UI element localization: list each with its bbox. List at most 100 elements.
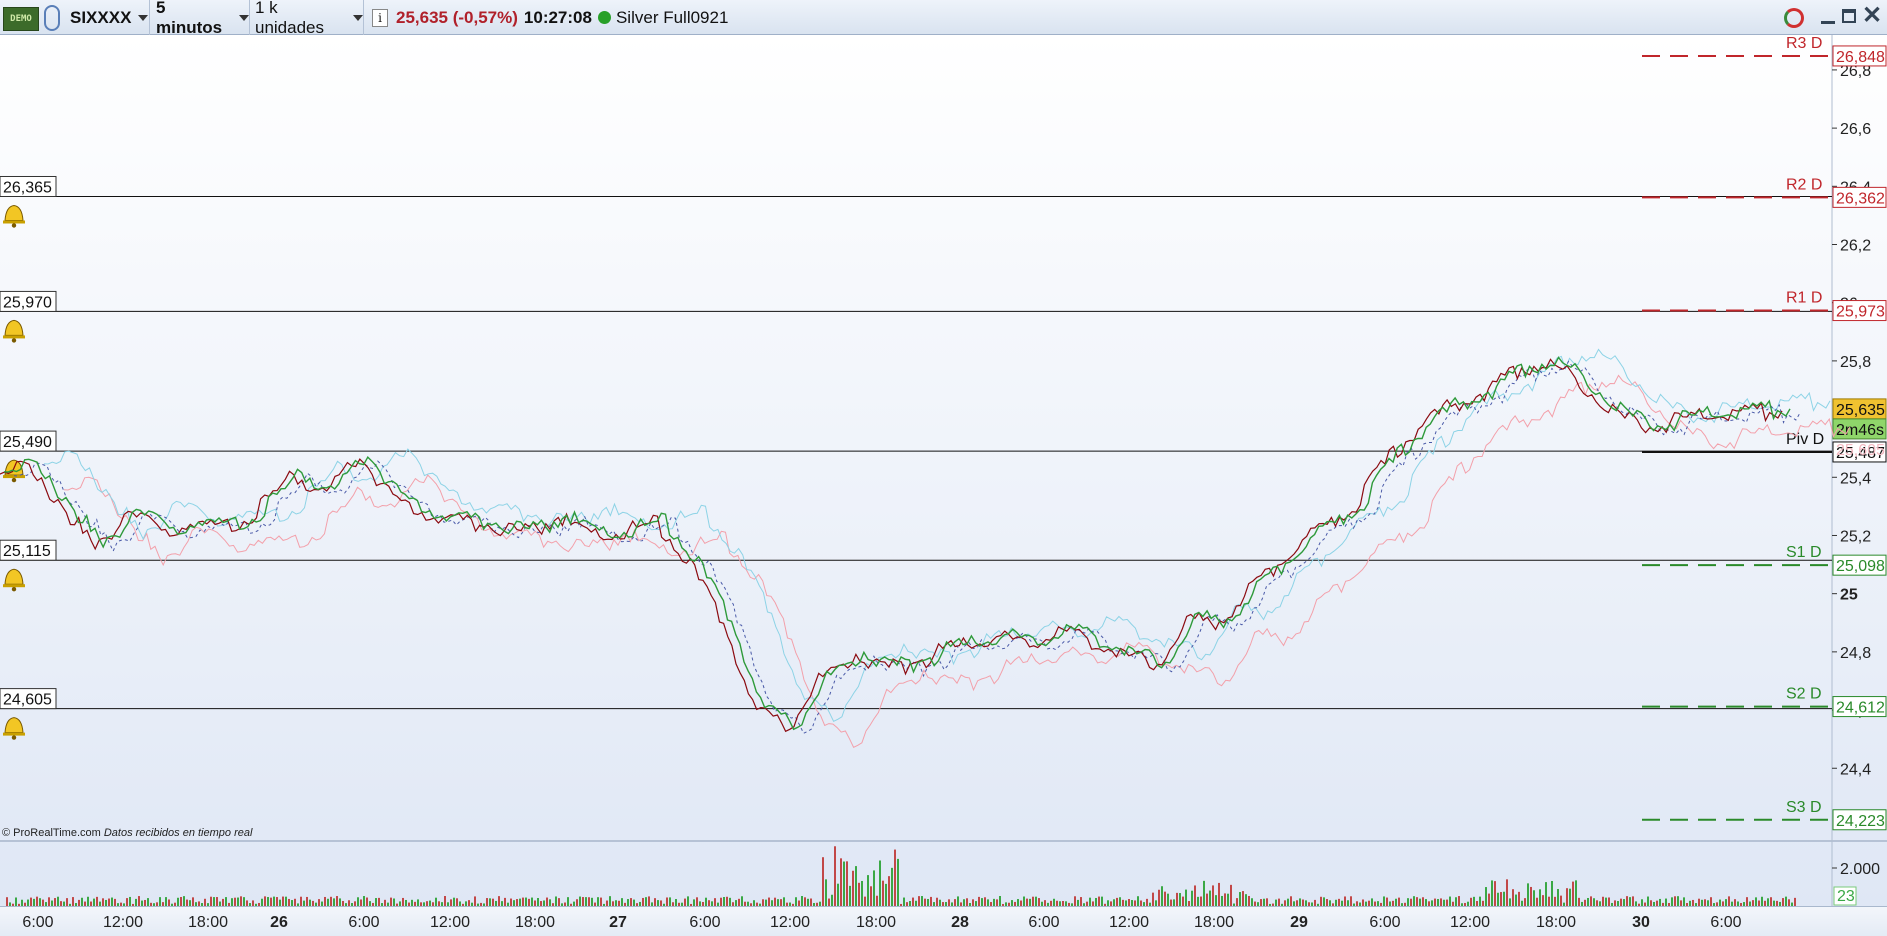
volume-bar <box>867 875 869 906</box>
volume-bar <box>726 896 728 906</box>
volume-bar <box>921 896 923 906</box>
volume-bar <box>1224 893 1226 906</box>
link-icon[interactable] <box>44 5 60 31</box>
volume-bar <box>1137 896 1139 906</box>
volume-bar <box>33 898 35 906</box>
volume-bar <box>1026 898 1028 906</box>
volume-bar <box>780 899 782 906</box>
volume-bar <box>774 897 776 906</box>
volume-bar <box>1194 885 1196 906</box>
volume-bar <box>1491 880 1493 906</box>
volume-bar <box>1119 897 1121 906</box>
volume-bar <box>300 896 302 906</box>
last-price-label: 25,635 <box>1836 402 1885 419</box>
volume-bar <box>1641 899 1643 906</box>
volume-bar <box>81 897 83 906</box>
volume-bar <box>1197 896 1199 906</box>
info-icon[interactable]: i <box>372 8 388 27</box>
volume-bar <box>696 897 698 906</box>
volume-bar <box>1263 898 1265 906</box>
alert-label: 25,115 <box>3 543 51 560</box>
volume-bar <box>474 896 476 906</box>
volume-bar <box>1278 898 1280 906</box>
volume-bar <box>1455 897 1457 906</box>
volume-bar <box>1260 899 1262 906</box>
volume-bar <box>822 857 824 906</box>
volume-bar <box>870 886 872 906</box>
volume-bar <box>1527 883 1529 906</box>
volume-bar <box>801 896 803 906</box>
chart-area[interactable]: 26,826,626,426,22625,825,425,22524,824,6… <box>0 35 1887 906</box>
volume-bar <box>1320 896 1322 906</box>
volume-bar <box>849 885 851 906</box>
volume-bar <box>1248 895 1250 906</box>
volume-bar <box>1566 888 1568 906</box>
volume-bar <box>1515 894 1517 906</box>
instrument-name: Silver Full0921 <box>615 7 729 27</box>
units-selector[interactable]: 1 k unidades <box>250 0 364 37</box>
time-axis-label: 18:00 <box>1193 914 1235 931</box>
timeframe-selector[interactable]: 5 minutos <box>150 0 250 37</box>
volume-bar <box>1629 897 1631 906</box>
volume-bar <box>57 896 59 906</box>
volume-bar <box>165 897 167 906</box>
volume-bar <box>1371 898 1373 906</box>
volume-bar <box>828 898 830 906</box>
volume-bar <box>675 899 677 906</box>
time-axis-day-label: 26 <box>270 914 288 931</box>
chart-background <box>0 35 1887 906</box>
volume-bar <box>1551 880 1553 906</box>
volume-bar <box>804 897 806 906</box>
time-axis-label: 12:00 <box>1449 914 1491 931</box>
ticker-selector[interactable]: SIXXXX <box>64 0 150 35</box>
volume-value-label: 23 <box>1837 888 1855 905</box>
volume-bar <box>1239 892 1241 906</box>
volume-bar <box>357 897 359 906</box>
volume-bar <box>363 896 365 906</box>
volume-bar <box>1410 898 1412 906</box>
volume-bar <box>1089 897 1091 906</box>
volume-bar <box>1473 896 1475 906</box>
volume-bar <box>183 896 185 906</box>
volume-bar <box>918 896 920 906</box>
volume-bar <box>1539 889 1541 906</box>
volume-bar <box>444 896 446 906</box>
volume-bar <box>1509 898 1511 906</box>
price-chart[interactable]: 26,826,626,426,22625,825,425,22524,824,6… <box>0 35 1887 906</box>
time-axis-label: 6:00 <box>689 914 721 931</box>
volume-bar <box>1479 896 1481 906</box>
minimize-icon[interactable] <box>1821 10 1835 26</box>
volume-bar <box>630 898 632 906</box>
volume-bar <box>1575 880 1577 906</box>
volume-bar <box>1116 897 1118 906</box>
volume-bar <box>180 897 182 906</box>
time-axis-label: 6:00 <box>1028 914 1060 931</box>
volume-bar <box>531 897 533 906</box>
time-axis[interactable]: 6:00 12:00 18:00 26 6:00 12:00 18:00 27 6:00 12:0… <box>0 906 1887 936</box>
volume-bar <box>39 898 41 906</box>
volume-bar <box>270 897 272 906</box>
volume-bar <box>1794 897 1796 906</box>
volume-bar <box>912 897 914 906</box>
volume-bar <box>222 898 224 906</box>
volume-bar <box>1548 896 1550 906</box>
data-credit: © ProRealTime.com Datos recibidos en tie… <box>2 827 253 839</box>
refresh-icon[interactable] <box>1784 8 1804 28</box>
time-axis-label: 12:00 <box>769 914 811 931</box>
volume-bar <box>957 896 959 906</box>
volume-bar <box>1146 898 1148 906</box>
volume-bar <box>978 896 980 906</box>
volume-bar <box>825 879 827 906</box>
volume-bar <box>1590 896 1592 906</box>
close-icon[interactable]: ✕ <box>1862 3 1882 29</box>
cloud-value-label: 25,605 <box>1836 442 1885 459</box>
volume-bar <box>510 898 512 906</box>
volume-bar <box>741 896 743 906</box>
volume-bar <box>393 898 395 906</box>
volume-bar <box>36 896 38 906</box>
volume-bar <box>882 880 884 906</box>
volume-bar <box>705 897 707 906</box>
maximize-icon[interactable] <box>1842 9 1856 23</box>
volume-bar <box>588 897 590 906</box>
volume-bar <box>1557 889 1559 906</box>
